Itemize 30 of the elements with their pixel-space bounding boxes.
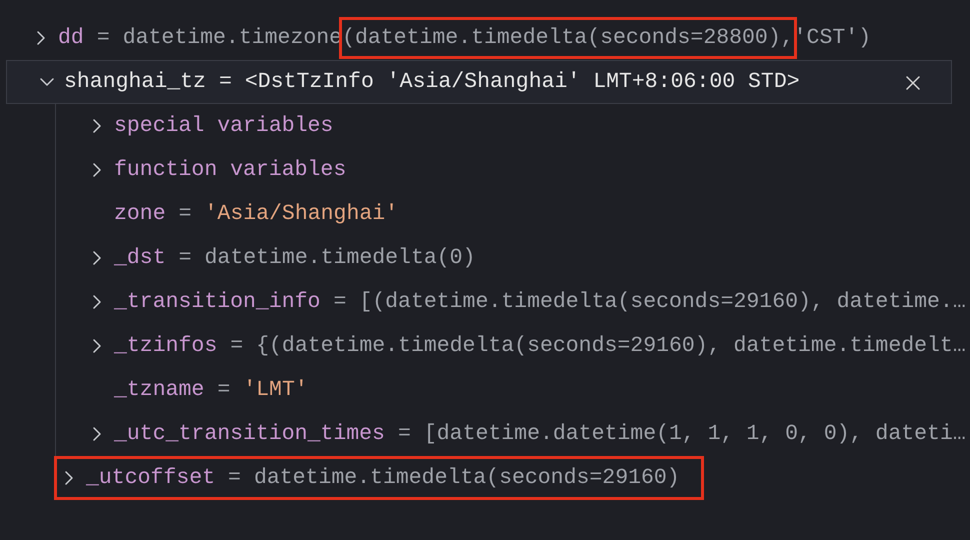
variable-value: [datetime.datetime(1, 1, 1, 0, 0), dateti… bbox=[424, 421, 966, 448]
equals-sign: = bbox=[333, 290, 346, 314]
variable-value: <DstTzInfo 'Asia/Shanghai' LMT+8:06:00 STD> bbox=[244, 69, 800, 96]
highlighted-row[interactable]: _utcoffset = datetime.timedelta(seconds=29160) bbox=[54, 456, 704, 500]
variable-value: [(datetime.timedelta(seconds=29160), datetime.… bbox=[359, 289, 966, 316]
variable-name: _utcoffset bbox=[86, 466, 216, 490]
variable-value: {(datetime.timedelta(seconds=29160), datetime.timedelt… bbox=[256, 333, 966, 360]
variable-name: _utc_transition_times bbox=[114, 422, 385, 446]
variable-name: _tzinfos bbox=[114, 334, 218, 358]
variable-value: 'Asia/Shanghai' bbox=[204, 201, 398, 228]
variable-name: _tzname bbox=[114, 378, 204, 402]
equals-sign: = bbox=[96, 26, 110, 50]
equals-sign: = bbox=[228, 466, 241, 490]
equals-sign: = bbox=[230, 334, 244, 358]
variable-name: dd bbox=[58, 26, 84, 50]
selected-row[interactable]: shanghai_tz = <DstTzInfo 'Asia/Shanghai' LMT+8:06:00 STD> bbox=[6, 60, 952, 104]
variable-name: _transition_info bbox=[114, 290, 320, 314]
variable-name: special variables bbox=[114, 114, 334, 138]
variable-value: datetime.timedelta(0) bbox=[204, 245, 476, 272]
equals-sign: = bbox=[218, 70, 232, 94]
variable-name: function variables bbox=[114, 158, 346, 182]
variable-name: shanghai_tz bbox=[64, 70, 206, 94]
equals-sign: = bbox=[178, 202, 192, 226]
variable-value: datetime.timedelta(seconds=29160) bbox=[254, 465, 680, 492]
variable-name: _dst bbox=[114, 246, 166, 270]
variable-name: zone bbox=[114, 202, 166, 226]
equals-sign: = bbox=[217, 378, 230, 402]
equals-sign: = bbox=[178, 246, 192, 270]
variable-value: 'LMT' bbox=[243, 377, 308, 404]
equals-sign: = bbox=[398, 422, 411, 446]
